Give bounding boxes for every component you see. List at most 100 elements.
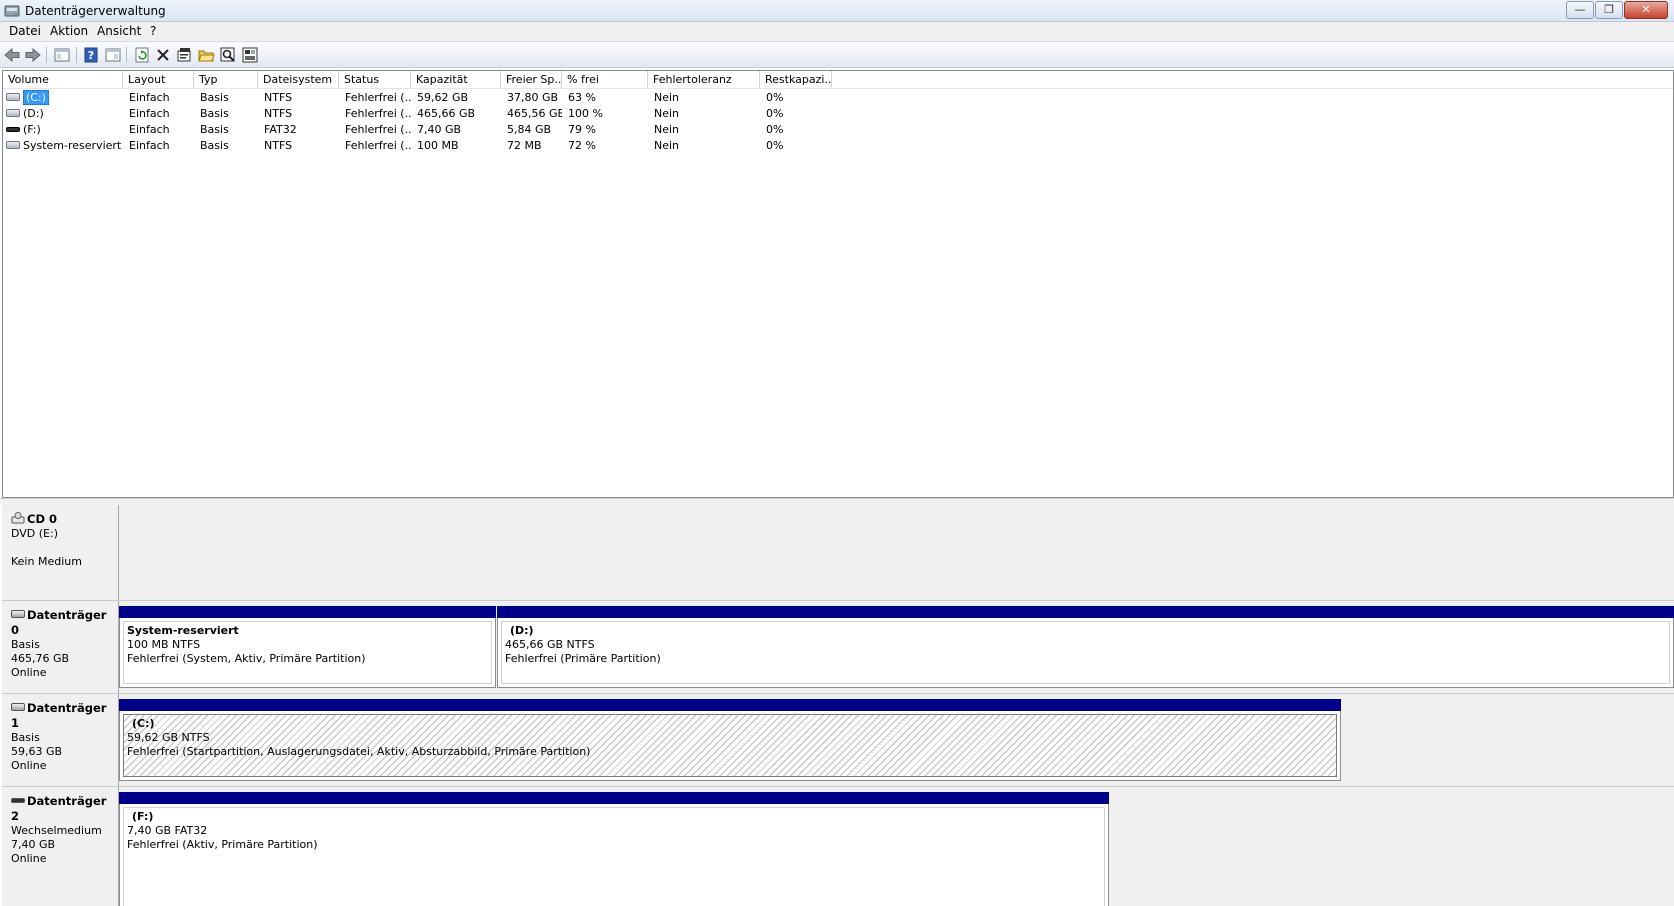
disk-header[interactable]: CD 0 DVD (E:) Kein Medium	[2, 505, 119, 600]
partition-name: (D:)	[510, 624, 534, 637]
help-icon[interactable]: ?	[82, 46, 100, 64]
frei-cell: 5,84 GB	[507, 123, 552, 136]
minimize-button[interactable]: —	[1566, 1, 1594, 19]
column-header-layout[interactable]: Layout	[123, 71, 194, 89]
forward-icon[interactable]	[24, 46, 42, 64]
layout-cell: Einfach	[129, 107, 170, 120]
dateisystem-cell: NTFS	[264, 91, 293, 104]
volume-row[interactable]: System-reserviert Einfach Basis NTFS Feh…	[3, 138, 1673, 154]
removable-disk-icon	[11, 797, 25, 803]
properties-pane-icon[interactable]	[104, 46, 122, 64]
volume-cell: (D:)	[3, 106, 123, 122]
disk-name: Datenträger 0	[11, 608, 107, 637]
properties-icon[interactable]	[175, 46, 193, 64]
partition-f[interactable]: (F:) 7,40 GB FAT32 Fehlerfrei (Aktiv, Pr…	[119, 792, 1109, 906]
disk-area: System-reserviert 100 MB NTFS Fehlerfrei…	[119, 601, 1674, 693]
status-cell: Fehlerfrei (...	[345, 91, 411, 104]
console-tree-icon[interactable]	[53, 46, 71, 64]
volume-name: (F:)	[23, 123, 41, 136]
disk-name: CD 0	[27, 512, 57, 526]
rest-cell: 0%	[766, 123, 784, 136]
drive-icon	[6, 141, 20, 149]
rest-cell: 0%	[766, 107, 784, 120]
disk-kind: Basis	[11, 731, 40, 744]
partition-bar	[119, 606, 496, 618]
restore-icon: ❐	[1604, 3, 1614, 16]
typ-cell: Basis	[200, 107, 229, 120]
partition-c[interactable]: (C:) 59,62 GB NTFS Fehlerfrei (Startpart…	[119, 699, 1341, 781]
partition-name: (F:)	[132, 810, 154, 823]
drive-icon	[6, 93, 20, 101]
column-header-fehlertoleranz[interactable]: Fehlertoleranz	[648, 71, 760, 89]
disk-name: Datenträger 2	[11, 794, 107, 823]
partition-bar	[119, 792, 1109, 804]
minimize-icon: —	[1574, 3, 1586, 16]
disk-state: Online	[11, 666, 47, 679]
disk-row-disk0[interactable]: Datenträger 0 Basis 465,76 GB Online Sys…	[2, 601, 1674, 694]
menu-bar: Datei Aktion Ansicht ?	[0, 22, 1674, 41]
partition-size: 59,62 GB NTFS	[127, 731, 210, 744]
column-header-kapazitaet[interactable]: Kapazität	[411, 71, 501, 89]
disk-row-disk2[interactable]: Datenträger 2 Wechselmedium 7,40 GB Onli…	[2, 787, 1674, 906]
disk-area: (C:) 59,62 GB NTFS Fehlerfrei (Startpart…	[119, 694, 1674, 786]
menu-aktion[interactable]: Aktion	[50, 24, 88, 38]
column-header-dateisystem[interactable]: Dateisystem	[258, 71, 339, 89]
volume-cell: (F:)	[3, 122, 123, 138]
disk-header[interactable]: Datenträger 0 Basis 465,76 GB Online	[2, 601, 119, 693]
fehlertoleranz-cell: Nein	[654, 91, 680, 104]
hard-disk-icon	[11, 703, 25, 711]
partition-name: (C:)	[132, 717, 155, 730]
column-header-volume[interactable]: Volume	[3, 71, 123, 89]
open-icon[interactable]	[197, 46, 215, 64]
volume-cell: (C:)	[3, 90, 123, 106]
volume-row[interactable]: (F:) Einfach Basis FAT32 Fehlerfrei (...…	[3, 122, 1673, 138]
refresh-icon[interactable]	[133, 46, 151, 64]
rest-cell: 0%	[766, 91, 784, 104]
toolbar: ?	[0, 41, 1674, 68]
pane-splitter[interactable]	[0, 498, 1674, 505]
dateisystem-cell: FAT32	[264, 123, 297, 136]
column-header-restkapazitaet[interactable]: Restkapazi...	[760, 71, 832, 89]
disk-row-disk1[interactable]: Datenträger 1 Basis 59,63 GB Online (C:)…	[2, 694, 1674, 787]
column-header-prozent-frei[interactable]: % frei	[562, 71, 648, 89]
volume-name: (D:)	[23, 107, 44, 120]
menu-help[interactable]: ?	[150, 24, 156, 38]
volume-row[interactable]: (C:) Einfach Basis NTFS Fehlerfrei (... …	[3, 90, 1673, 106]
volume-row[interactable]: (D:) Einfach Basis NTFS Fehlerfrei (... …	[3, 106, 1673, 122]
volume-name: (C:)	[23, 90, 49, 105]
partition-system-reserved[interactable]: System-reserviert 100 MB NTFS Fehlerfrei…	[119, 606, 496, 688]
disk-row-cd0[interactable]: CD 0 DVD (E:) Kein Medium	[2, 505, 1674, 601]
menu-ansicht[interactable]: Ansicht	[97, 24, 141, 38]
svg-text:?: ?	[88, 49, 94, 62]
typ-cell: Basis	[200, 123, 229, 136]
partition-d[interactable]: (D:) 465,66 GB NTFS Fehlerfrei (Primäre …	[497, 606, 1674, 688]
explore-icon[interactable]	[219, 46, 237, 64]
disk-header[interactable]: Datenträger 2 Wechselmedium 7,40 GB Onli…	[2, 787, 119, 906]
column-header-status[interactable]: Status	[339, 71, 411, 89]
drive-icon	[6, 109, 20, 117]
disk-management-icon	[4, 5, 20, 17]
kapazitaet-cell: 100 MB	[417, 139, 459, 152]
help-topics-icon[interactable]	[241, 46, 259, 64]
close-button[interactable]: ✕	[1624, 1, 1668, 19]
layout-cell: Einfach	[129, 123, 170, 136]
disk-header[interactable]: Datenträger 1 Basis 59,63 GB Online	[2, 694, 119, 786]
disk-type: DVD (E:)	[11, 527, 59, 540]
column-header-freier-speicher[interactable]: Freier Sp...	[501, 71, 562, 89]
window-title: Datenträgerverwaltung	[25, 4, 166, 18]
selected-partition-hatch: (C:) 59,62 GB NTFS Fehlerfrei (Startpart…	[123, 714, 1337, 777]
volume-name: System-reserviert	[23, 139, 122, 152]
column-header-typ[interactable]: Typ	[194, 71, 258, 89]
back-icon[interactable]	[3, 46, 21, 64]
frei-cell: 37,80 GB	[507, 91, 559, 104]
delete-icon[interactable]	[154, 46, 172, 64]
partition-status: Fehlerfrei (Startpartition, Auslagerungs…	[127, 745, 591, 758]
menu-datei[interactable]: Datei	[9, 24, 41, 38]
dateisystem-cell: NTFS	[264, 107, 293, 120]
restore-button[interactable]: ❐	[1595, 1, 1623, 19]
layout-cell: Einfach	[129, 91, 170, 104]
layout-cell: Einfach	[129, 139, 170, 152]
partition-size: 7,40 GB FAT32	[127, 824, 208, 837]
typ-cell: Basis	[200, 139, 229, 152]
disk-graph-view: CD 0 DVD (E:) Kein Medium Datenträger 0 …	[2, 505, 1674, 906]
